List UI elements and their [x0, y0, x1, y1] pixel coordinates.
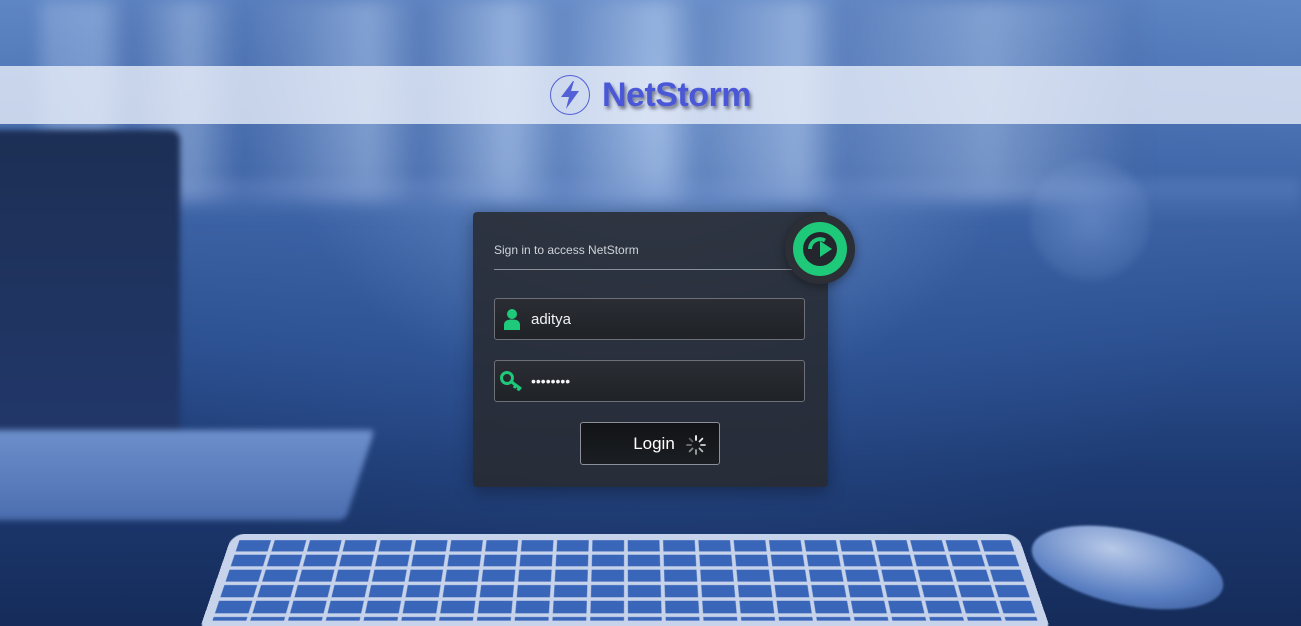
key-icon [497, 361, 527, 401]
background-laptop-base [0, 430, 375, 520]
spinner-icon [685, 434, 707, 456]
brand-header: NetStorm [0, 66, 1301, 124]
title-divider [494, 269, 794, 270]
brand-title: NetStorm [601, 75, 752, 114]
username-input[interactable] [527, 310, 791, 328]
username-field[interactable] [494, 298, 805, 340]
background-glass [1030, 160, 1150, 280]
login-button[interactable]: Login [580, 422, 720, 465]
login-title: Sign in to access NetStorm [494, 243, 639, 257]
user-icon [497, 299, 527, 339]
login-card: Sign in to access NetStorm aditya ••••••… [473, 212, 855, 487]
login-page: NetStorm Sign in to access NetStorm adit… [0, 0, 1301, 626]
background-laptop-screen [0, 130, 180, 450]
login-button-label: Login [633, 433, 675, 453]
background-mouse [1024, 510, 1231, 625]
lightning-bolt-icon [549, 75, 590, 115]
password-field[interactable] [494, 360, 805, 402]
background-keyboard [200, 533, 1050, 626]
password-input[interactable] [527, 373, 791, 389]
login-arrow-icon [785, 214, 855, 284]
